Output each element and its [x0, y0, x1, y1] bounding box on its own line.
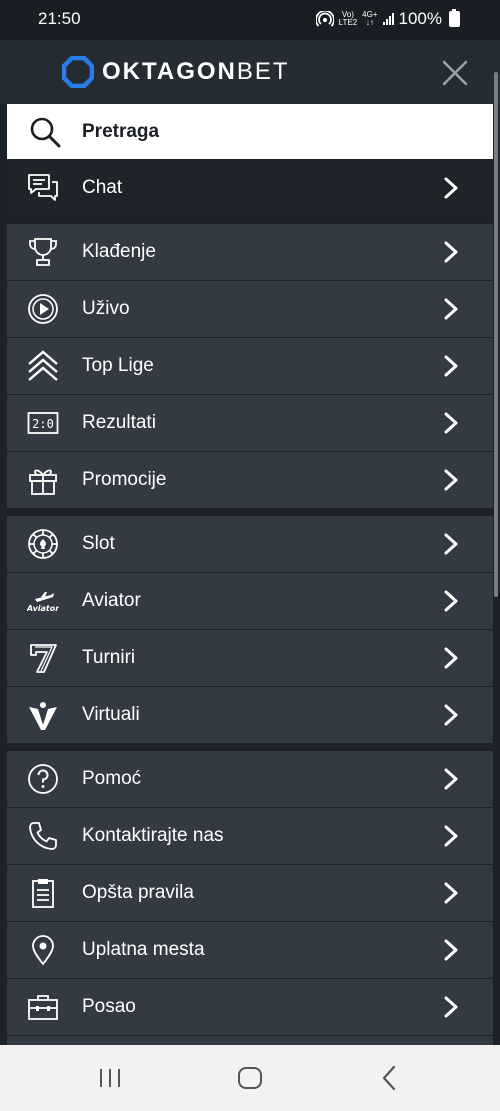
menu-item-label: Rezultati [82, 412, 156, 433]
status-time: 21:50 [38, 9, 81, 28]
logo-text: OKTAGONBET [102, 58, 290, 86]
casino-chip-icon [28, 529, 58, 559]
location-pin-icon [32, 935, 54, 966]
menu-item-chat[interactable]: Chat [7, 160, 493, 216]
menu-item-label: Uživo [82, 298, 130, 319]
data-arrows: ↓↑ [365, 18, 374, 27]
menu-item-aviator[interactable]: Aviator Aviator [7, 573, 493, 629]
menu-item-label: Turniri [82, 647, 136, 668]
chat-icon [28, 174, 58, 201]
chevron-right-icon [444, 469, 458, 491]
score-text: 2:0 [32, 417, 54, 431]
chevron-right-icon [444, 533, 458, 555]
octagon-logo-icon [62, 56, 94, 88]
menu-item-label: Posao [82, 996, 136, 1017]
menu-item-kladjenje[interactable]: Klađenje [7, 224, 493, 280]
phone-icon [29, 822, 57, 850]
help-icon [28, 764, 58, 794]
clipboard-icon [32, 879, 54, 908]
aviator-logo-icon: Aviator [27, 592, 59, 613]
menu-item-label: Klađenje [82, 241, 156, 262]
logo-light: BET [236, 58, 290, 85]
chevron-right-icon [444, 882, 458, 904]
oktagonbet-logo[interactable]: OKTAGONBET [62, 56, 290, 88]
menu-item-label: Kontaktirajte nas [82, 825, 224, 846]
search-button[interactable]: Pretraga [7, 104, 493, 159]
logo-bold: OKTAGON [102, 58, 237, 85]
scrollbar[interactable] [494, 72, 498, 597]
volte-indicator: Vo) LTE2 [339, 11, 358, 27]
status-bar: 21:50 Vo) LTE2 4G+ ↓↑ 100% [0, 0, 500, 40]
menu-item-label: Slot [82, 533, 115, 554]
chevron-right-icon [444, 241, 458, 263]
virtuali-v-icon [29, 702, 57, 730]
menu-item-partial [7, 1036, 493, 1045]
briefcase-icon [28, 995, 58, 1020]
menu-item-uplatna-mesta[interactable]: Uplatna mesta [7, 922, 493, 978]
menu-item-label: Chat [82, 177, 123, 198]
chevron-right-icon [444, 996, 458, 1018]
lucky-seven-icon [30, 644, 57, 673]
menu-item-label: Top Lige [82, 355, 154, 376]
menu-item-label: Promocije [82, 469, 167, 490]
chevron-right-icon [444, 825, 458, 847]
chevrons-up-icon [28, 350, 58, 381]
menu-item-turniri[interactable]: Turniri [7, 630, 493, 686]
chevron-right-icon [444, 939, 458, 961]
back-icon[interactable] [375, 1063, 405, 1093]
menu-item-virtuali[interactable]: Virtuali [7, 687, 493, 743]
menu-item-label: Pomoć [82, 768, 142, 789]
menu-item-slot[interactable]: Slot [7, 516, 493, 572]
menu-item-label: Opšta pravila [82, 882, 194, 903]
gift-icon [29, 469, 57, 495]
chevron-right-icon [444, 298, 458, 320]
chevron-right-icon [444, 768, 458, 790]
menu-item-label: Aviator [82, 590, 141, 611]
hotspot-icon [315, 11, 334, 27]
close-icon[interactable] [440, 58, 470, 88]
chevron-right-icon [444, 355, 458, 377]
signal-icon [382, 13, 394, 25]
scoreboard-icon: 2:0 [27, 412, 59, 434]
menu-item-top-lige[interactable]: Top Lige [7, 338, 493, 394]
chevron-right-icon [444, 412, 458, 434]
battery-icon [449, 9, 460, 27]
live-play-icon [28, 294, 58, 324]
chevron-right-icon [444, 704, 458, 726]
menu-header: OKTAGONBET [0, 40, 500, 104]
menu-item-posao[interactable]: Posao [7, 979, 493, 1035]
status-indicators: Vo) LTE2 4G+ ↓↑ 100% [315, 9, 460, 29]
menu-item-pomoc[interactable]: Pomoć [7, 751, 493, 807]
volte-bottom: LTE2 [338, 18, 358, 27]
aviator-logo-text: Aviator [27, 604, 59, 613]
battery-percent: 100% [398, 9, 442, 28]
menu-item-kontakt[interactable]: Kontaktirajte nas [7, 808, 493, 864]
menu-item-rezultati[interactable]: 2:0 Rezultati [7, 395, 493, 451]
menu-item-promocije[interactable]: Promocije [7, 452, 493, 508]
search-label: Pretraga [82, 121, 160, 142]
menu-item-label: Virtuali [82, 704, 140, 725]
data-indicator: 4G+ ↓↑ [362, 11, 377, 27]
chevron-right-icon [444, 177, 458, 199]
search-icon [30, 117, 61, 148]
chevron-right-icon [444, 590, 458, 612]
system-nav-bar [0, 1045, 500, 1111]
menu-item-label: Uplatna mesta [82, 939, 205, 960]
menu-item-uzivo[interactable]: Uživo [7, 281, 493, 337]
home-icon[interactable] [235, 1063, 265, 1093]
trophy-icon [29, 238, 57, 266]
recents-icon[interactable] [95, 1063, 125, 1093]
chevron-right-icon [444, 647, 458, 669]
menu-item-opsta-pravila[interactable]: Opšta pravila [7, 865, 493, 921]
